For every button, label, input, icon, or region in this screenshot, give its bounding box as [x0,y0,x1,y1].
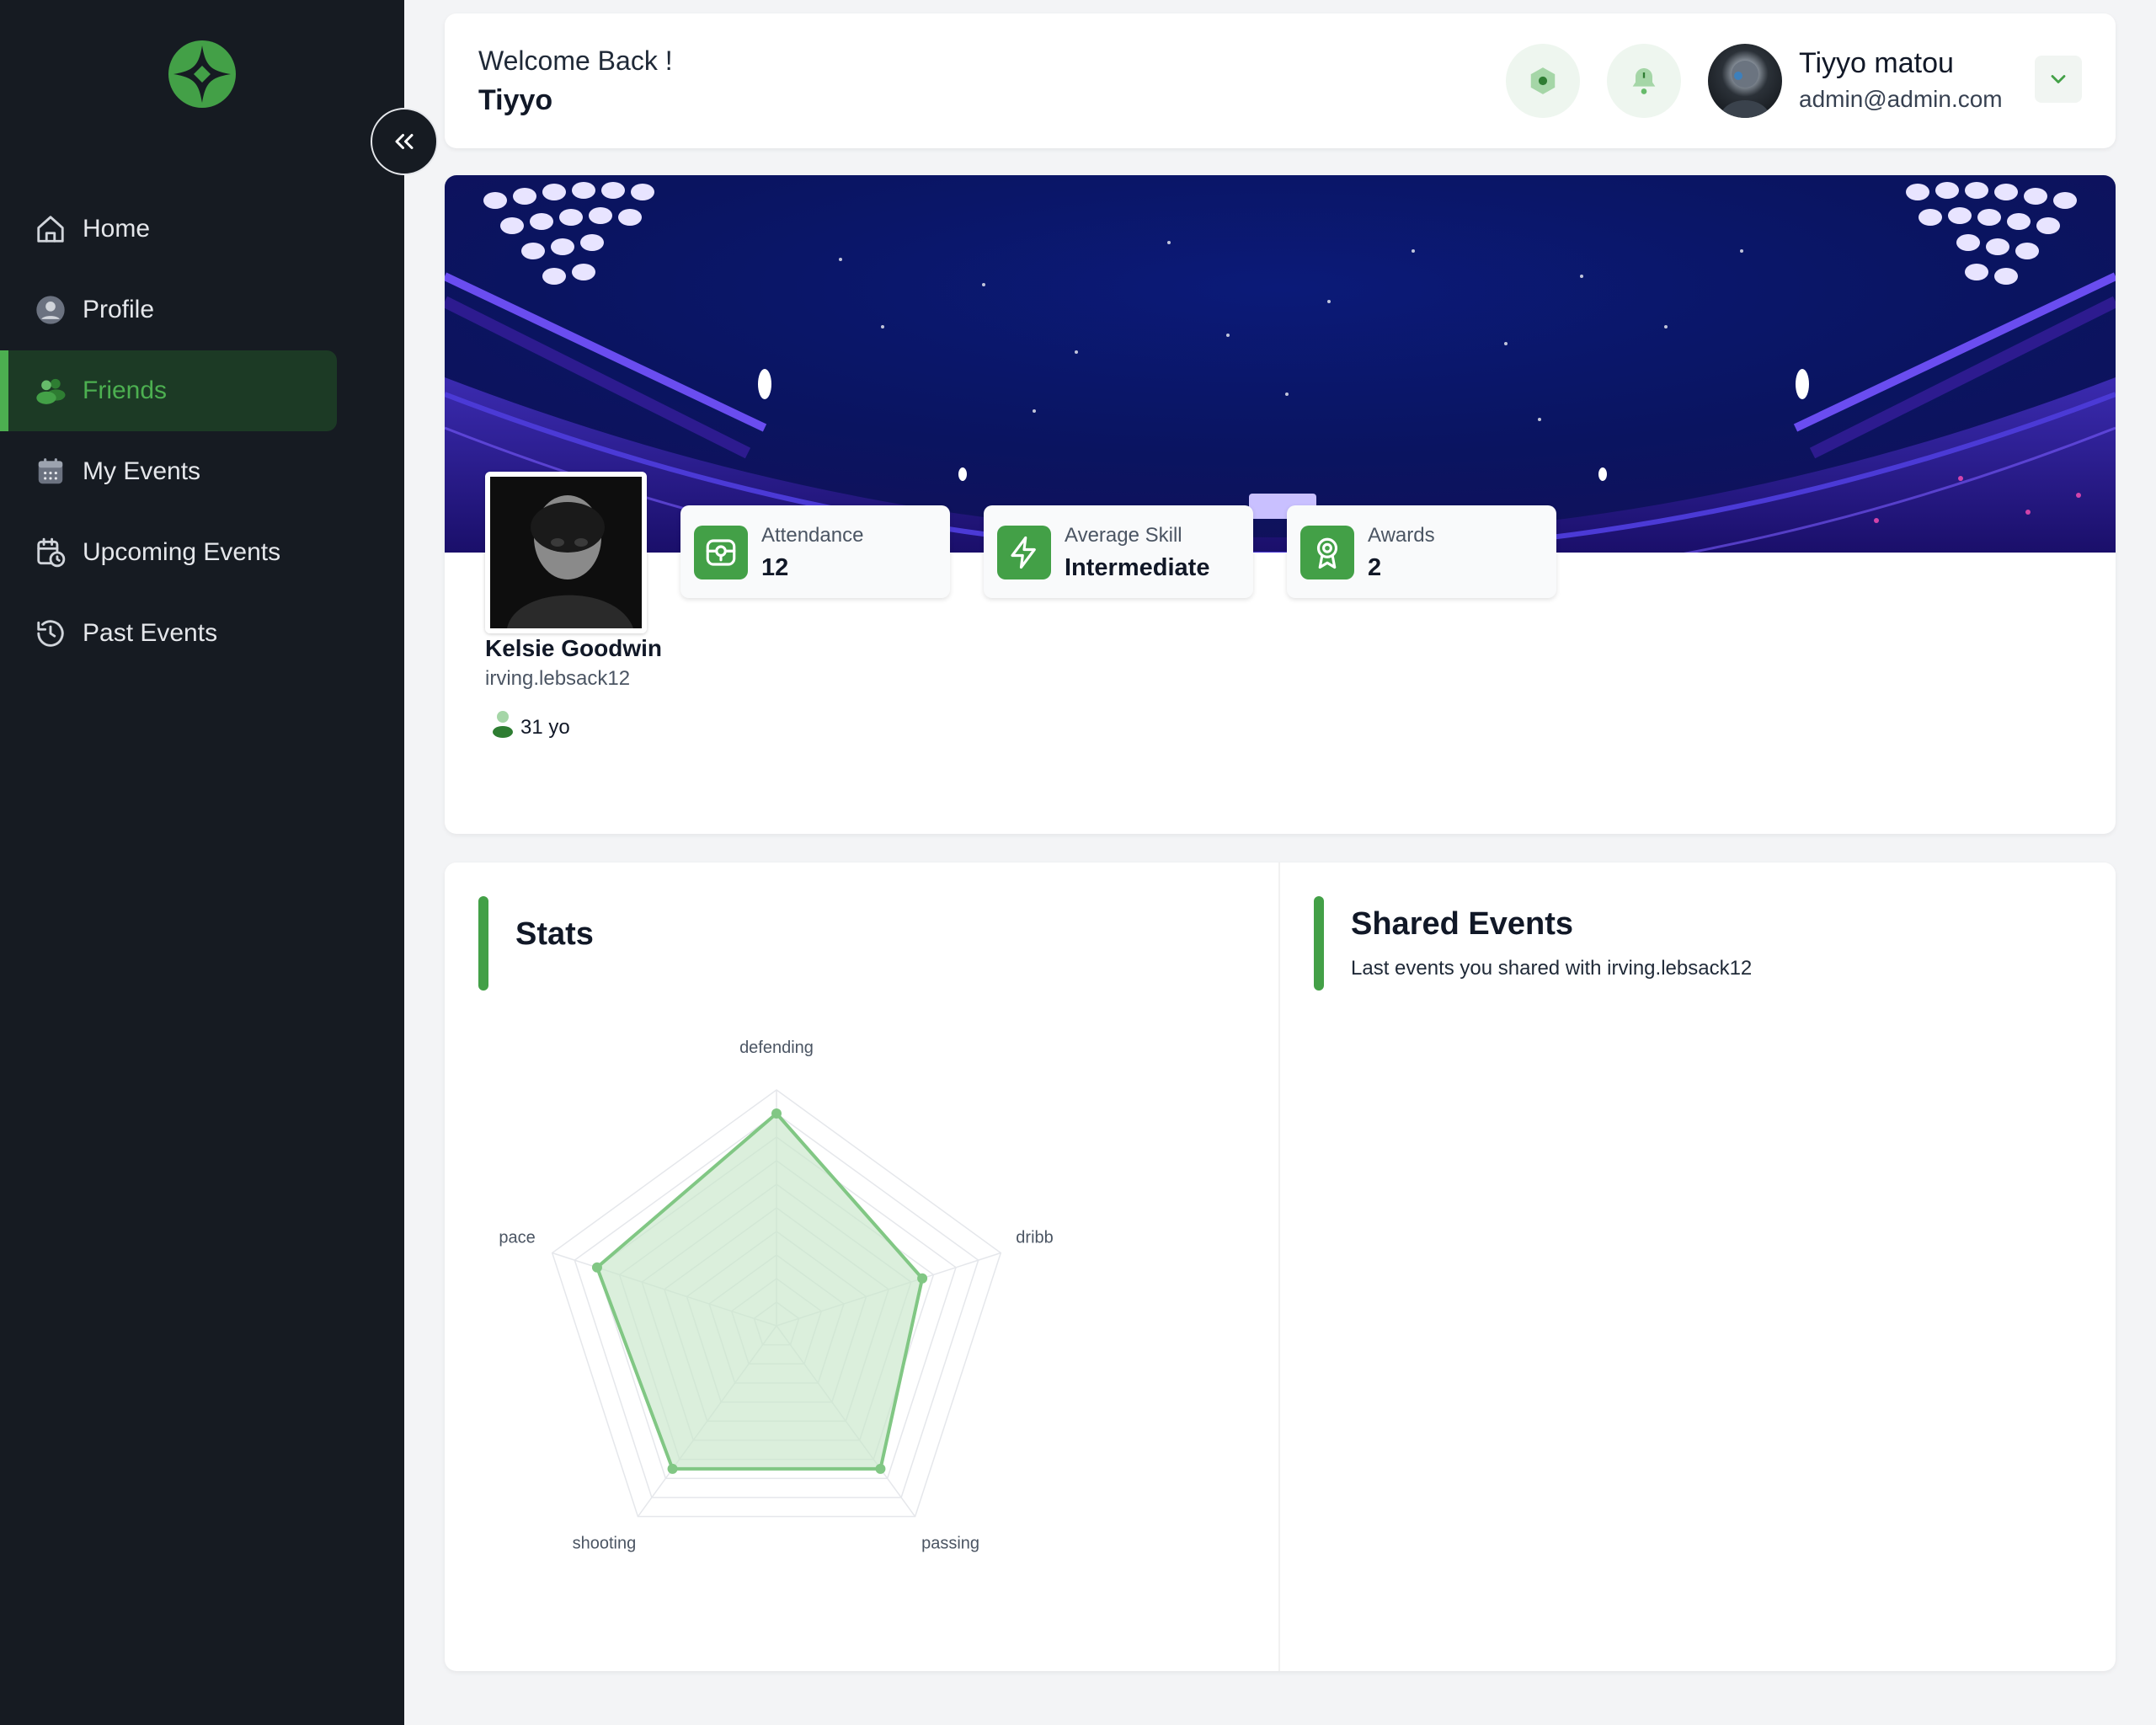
sidebar-item-label: Past Events [83,619,218,647]
user-email: admin@admin.com [1799,86,2003,112]
radar-point-passing[interactable] [875,1463,886,1474]
shared-events-title: Shared Events [1351,906,1573,942]
sidebar-nav: Home Profile Friends My Events Upcoming Even… [0,189,337,674]
radar-label-shooting: shooting [573,1535,637,1553]
sidebar-item-label: Home [83,215,151,243]
friend-age-value: 31 yo [520,715,570,739]
notifications-button[interactable] [1607,44,1681,118]
sidebar-item-label: My Events [83,457,201,485]
radar-label-pace: pace [499,1228,535,1247]
radar-label-passing: passing [921,1535,979,1553]
shared-events-subtitle: Last events you shared with irving.lebsa… [1351,957,1753,980]
sidebar-item-home[interactable]: Home [0,189,337,270]
top-header: Welcome Back ! Tiyyo Tiyyo matou admin@a… [445,13,2116,148]
calendar-icon [34,455,67,489]
awards-label: Awards [1368,524,1435,547]
chevron-down-icon [2051,75,2066,83]
ticket-icon [694,526,748,579]
sidebar: Home Profile Friends My Events Upcoming Even… [0,0,404,1725]
section-divider [1278,862,1280,1671]
attendance-label: Attendance [761,524,864,547]
awards-card: Awards 2 [1287,505,1556,598]
average-skill-label: Average Skill [1065,524,1182,547]
sidebar-item-my-events[interactable]: My Events [0,431,337,512]
users-icon [34,374,67,408]
friend-age: 31 yo [492,709,570,745]
award-icon [1300,526,1354,579]
radar-label-dribbling: dribbling [1016,1228,1054,1247]
attendance-value: 12 [761,554,789,581]
lightning-icon [997,526,1051,579]
radar-point-defending[interactable] [771,1108,782,1119]
radar-point-shooting[interactable] [667,1463,678,1474]
attendance-card: Attendance 12 [680,505,950,598]
user-avatar[interactable] [1708,44,1782,118]
user-menu-dropdown[interactable] [2035,56,2082,103]
friend-name: Kelsie Goodwin [485,635,663,661]
average-skill-value: Intermediate [1065,554,1210,581]
welcome-name: Tiyyo [478,84,553,116]
radar-label-defending: defending [739,1039,814,1057]
friend-handle: irving.lebsack12 [485,667,631,690]
average-skill-card: Average Skill Intermediate [984,505,1253,598]
sidebar-item-profile[interactable]: Profile [0,270,337,350]
stadium-banner [445,175,2116,553]
collapse-sidebar-button[interactable] [371,108,438,175]
settings-button[interactable] [1506,44,1580,118]
app-logo[interactable] [168,40,236,108]
sidebar-item-label: Profile [83,296,155,323]
radar-series-area [595,1111,925,1471]
radar-point-dribbling[interactable] [917,1273,928,1284]
person-icon [492,709,514,745]
user-circle-icon [34,293,67,327]
bell-icon [1632,68,1656,94]
shared-events-accent-bar [1314,896,1324,991]
friend-profile-photo [485,472,647,633]
radar-point-pace[interactable] [591,1262,602,1273]
calendar-clock-icon [34,536,67,569]
sidebar-item-past-events[interactable]: Past Events [0,593,337,674]
sidebar-item-upcoming-events[interactable]: Upcoming Events [0,512,337,593]
friend-profile-card: Kelsie Goodwin irving.lebsack12 31 yo At… [445,175,2116,834]
stats-accent-bar [478,896,488,991]
stats-title: Stats [515,916,594,952]
stats-radar-chart: defending dribbling passing shooting pace [499,1039,1054,1553]
sidebar-item-label: Upcoming Events [83,538,281,566]
home-icon [34,212,67,246]
hexagon-icon [1530,67,1556,94]
chevrons-left-icon [395,134,414,149]
sidebar-item-friends[interactable]: Friends [0,350,337,431]
sidebar-item-label: Friends [83,377,168,404]
user-name: Tiyyo matou [1799,47,1954,79]
awards-value: 2 [1368,554,1382,581]
history-icon [34,617,67,650]
stats-and-events-card: Stats defending dribbling passing shooting p… [445,862,2116,1671]
welcome-text: Welcome Back ! [478,45,673,76]
